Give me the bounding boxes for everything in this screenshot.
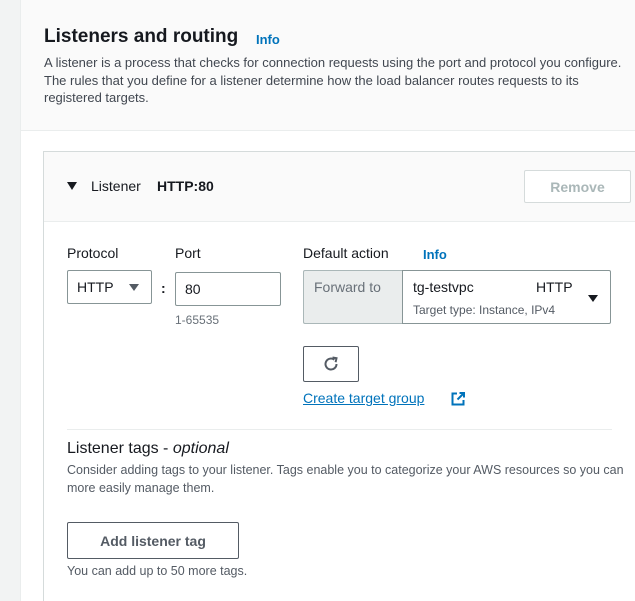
target-group-select[interactable]: tg-testvpc HTTP Target type: Instance, I… [402,270,611,324]
tags-title-text: Listener tags - [67,440,173,457]
protocol-select[interactable]: HTTP [67,270,152,304]
listeners-routing-panel: Listeners and routing Info A listener is… [20,0,635,601]
protocol-label: Protocol [67,245,119,261]
forward-to-label: Forward to [303,270,402,324]
target-group-type: Target type: Instance, IPv4 [413,303,556,317]
create-target-group-link[interactable]: Create target group [303,390,424,406]
listener-tags-title: Listener tags - optional [67,440,229,458]
listener-header[interactable]: Listener HTTP:80 Remove [44,152,635,222]
section-header: Listeners and routing Info A listener is… [21,0,635,131]
listener-tags-description: Consider adding tags to your listener. T… [67,463,624,495]
protocol-port-separator: : [161,280,166,296]
port-label: Port [175,245,201,261]
tags-title-optional: optional [172,440,229,457]
port-hint: 1-65535 [175,313,220,327]
chevron-down-icon [129,284,139,291]
section-description: A listener is a process that checks for … [44,55,622,105]
listener-label: Listener [91,178,141,194]
protocol-select-value: HTTP [77,279,114,295]
listener-value: HTTP:80 [157,178,214,194]
section-title: Listeners and routing [44,26,239,47]
target-group-protocol: HTTP [536,279,573,295]
listener-card: Listener HTTP:80 Remove Protocol Port De… [43,151,635,601]
target-group-name: tg-testvpc [413,279,474,295]
section-info-link[interactable]: Info [256,32,280,47]
default-action-info-link[interactable]: Info [423,247,447,262]
port-input[interactable]: 80 [175,272,281,306]
port-input-value: 80 [185,281,201,297]
default-action-label: Default action [303,245,389,261]
add-listener-tag-button[interactable]: Add listener tag [67,522,239,559]
collapse-caret-icon[interactable] [67,182,77,190]
remove-listener-button[interactable]: Remove [524,170,631,203]
external-link-icon[interactable] [450,391,466,407]
tags-limit-hint: You can add up to 50 more tags. [67,564,248,578]
section-divider [67,429,612,430]
chevron-down-icon [588,295,598,302]
refresh-button[interactable] [303,346,359,382]
refresh-icon [324,356,338,371]
